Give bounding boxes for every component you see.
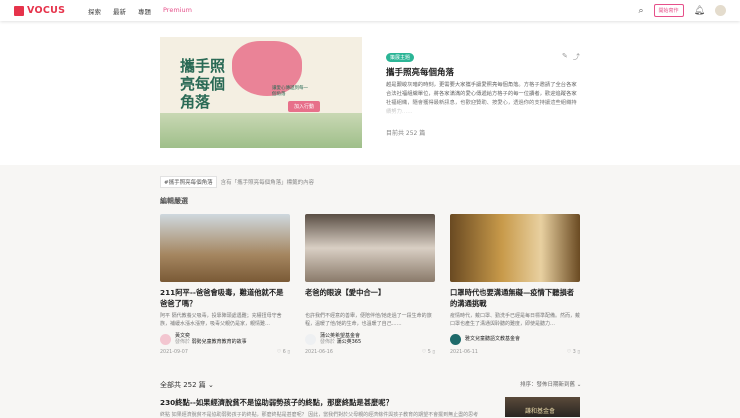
total-count-dropdown[interactable]: 全部共 252 篇 ⌄	[160, 380, 214, 390]
thumbnail-sign-text: 謙和基金會	[525, 408, 556, 415]
user-avatar[interactable]	[715, 5, 726, 16]
article-card[interactable]: 口罩時代也要溝通無礙—疫情下聽損者的溝通挑戰 疫情時代，戴口罩、勤洗手已經是每日…	[450, 214, 580, 355]
list-item-title[interactable]: 230終點--如果經濟脫貧不是協助弱勢孩子的終點，那麼終點是甚麼呢？	[160, 398, 393, 408]
heart-icon[interactable]: ♡	[277, 350, 281, 355]
tag-caption: 含有「攜手照亮每個角落」標籤的內容	[220, 180, 315, 186]
bell-icon[interactable]: 🔔︎	[694, 6, 705, 16]
article-card[interactable]: 211阿平--爸爸會吸毒，難道他就不是爸爸了嗎？ 阿平 隔代教養父吸毒，投靠陣頭…	[160, 214, 290, 355]
chevron-down-icon: ⌄	[576, 382, 582, 388]
article-title[interactable]: 老爸的眼淚【愛中合一】	[305, 287, 435, 309]
article-date: 2021-06-16	[305, 350, 333, 355]
bookmark-icon[interactable]: ▯	[432, 350, 435, 355]
topic-title: 攜手照亮每個角落	[386, 68, 455, 78]
author-avatar[interactable]	[160, 333, 171, 345]
author-name[interactable]: 雅文兒童聽語文教基金會	[465, 336, 520, 342]
hero-image: 攜手照亮每個角落 讓愛心傳遞到每一個角落 加入行動	[160, 37, 362, 148]
chevron-down-icon: ⌄	[208, 381, 214, 389]
heart-icon[interactable]: ♡	[567, 350, 571, 355]
share-icon[interactable]: ⤴	[573, 52, 580, 62]
tag-chip[interactable]: #攜手照亮每個角落	[160, 176, 217, 188]
logo-text: VOCUS	[27, 5, 66, 16]
article-card[interactable]: 老爸的眼淚【愛中合一】 也許我們不經意的善舉，便陪伴他/她走過了一段生命的旅程，…	[305, 214, 435, 355]
hero-image-title: 攜手照亮每個角落	[180, 57, 226, 111]
main-nav: 探索 最新 專題 Premium	[88, 6, 192, 16]
sort-dropdown[interactable]: 排序：發佈日期新到舊 ⌄	[520, 380, 581, 388]
join-action-button: 加入行動	[288, 101, 321, 112]
publication-name[interactable]: 蒲公英365	[337, 339, 362, 345]
hero-image-subtitle: 讓愛心傳遞到每一個角落	[272, 86, 308, 97]
article-image	[305, 214, 435, 282]
start-writing-button[interactable]: 開始寫作	[653, 4, 684, 17]
author-avatar[interactable]	[305, 333, 316, 345]
section-title: 編輯嚴選	[160, 197, 188, 205]
author-avatar[interactable]	[450, 333, 461, 345]
article-image	[450, 214, 580, 282]
article-desc: 疫情時代，戴口罩、勤洗手已經是每日標準配備。然而，戴口罩也產生了溝通與聆聽的難度…	[450, 313, 580, 327]
total-count: 全部共 252 篇	[160, 381, 206, 389]
like-count: 3	[572, 350, 576, 355]
article-desc: 也許我們不經意的善舉，便陪伴他/她走過了一段生命的旅程，溫暖了他/她的生命，也溫…	[305, 313, 432, 327]
article-title[interactable]: 口罩時代也要溝通無礙—疫情下聽損者的溝通挑戰	[450, 287, 580, 309]
vocus-logo[interactable]: VOCUS	[14, 5, 65, 16]
topic-hero	[0, 21, 740, 165]
nav-explore[interactable]: 探索	[88, 6, 101, 16]
article-desc: 阿平 隔代教養父吸毒，投靠陣頭處遇難；充權扭母守舍族，補緩水漲水漲穿，吸毒父親仍…	[160, 313, 282, 327]
heart-icon[interactable]: ♡	[422, 350, 426, 355]
like-count: 6	[282, 350, 286, 355]
published-in-label: 發佈於	[320, 339, 336, 345]
article-date: 2021-06-11	[450, 350, 478, 355]
top-nav: VOCUS 探索 最新 專題 Premium ⌕ 開始寫作 🔔︎	[0, 0, 740, 21]
bookmark-icon[interactable]: ▯	[287, 350, 290, 355]
curation-badge: 策展主題	[386, 53, 415, 62]
bookmark-icon[interactable]: ▯	[577, 350, 580, 355]
nav-premium[interactable]: Premium	[163, 6, 192, 16]
search-icon[interactable]: ⌕	[639, 6, 644, 16]
topic-count: 目前共 252 篇	[386, 130, 426, 137]
sort-label: 排序：發佈日期新到舊	[520, 382, 576, 388]
list-item-thumbnail[interactable]: 謙和基金會	[505, 397, 580, 417]
nav-latest[interactable]: 最新	[113, 6, 126, 16]
edit-icon[interactable]: ✎	[562, 52, 568, 62]
like-count: 5	[427, 350, 431, 355]
article-image	[160, 214, 290, 282]
article-date: 2021-09-07	[160, 350, 188, 355]
publication-name[interactable]: 弱勢兒童教育教育的故事	[192, 339, 247, 345]
nav-topics[interactable]: 專題	[138, 6, 151, 16]
topic-description: 越是艱峻灰暗的時刻，更需要大家攜手讓愛照亮每個角落。方格子邀請了全台各家合法社福…	[386, 82, 577, 115]
published-in-label: 發佈於	[175, 339, 191, 345]
article-title[interactable]: 211阿平--爸爸會吸毒，難道他就不是爸爸了嗎？	[160, 287, 290, 309]
